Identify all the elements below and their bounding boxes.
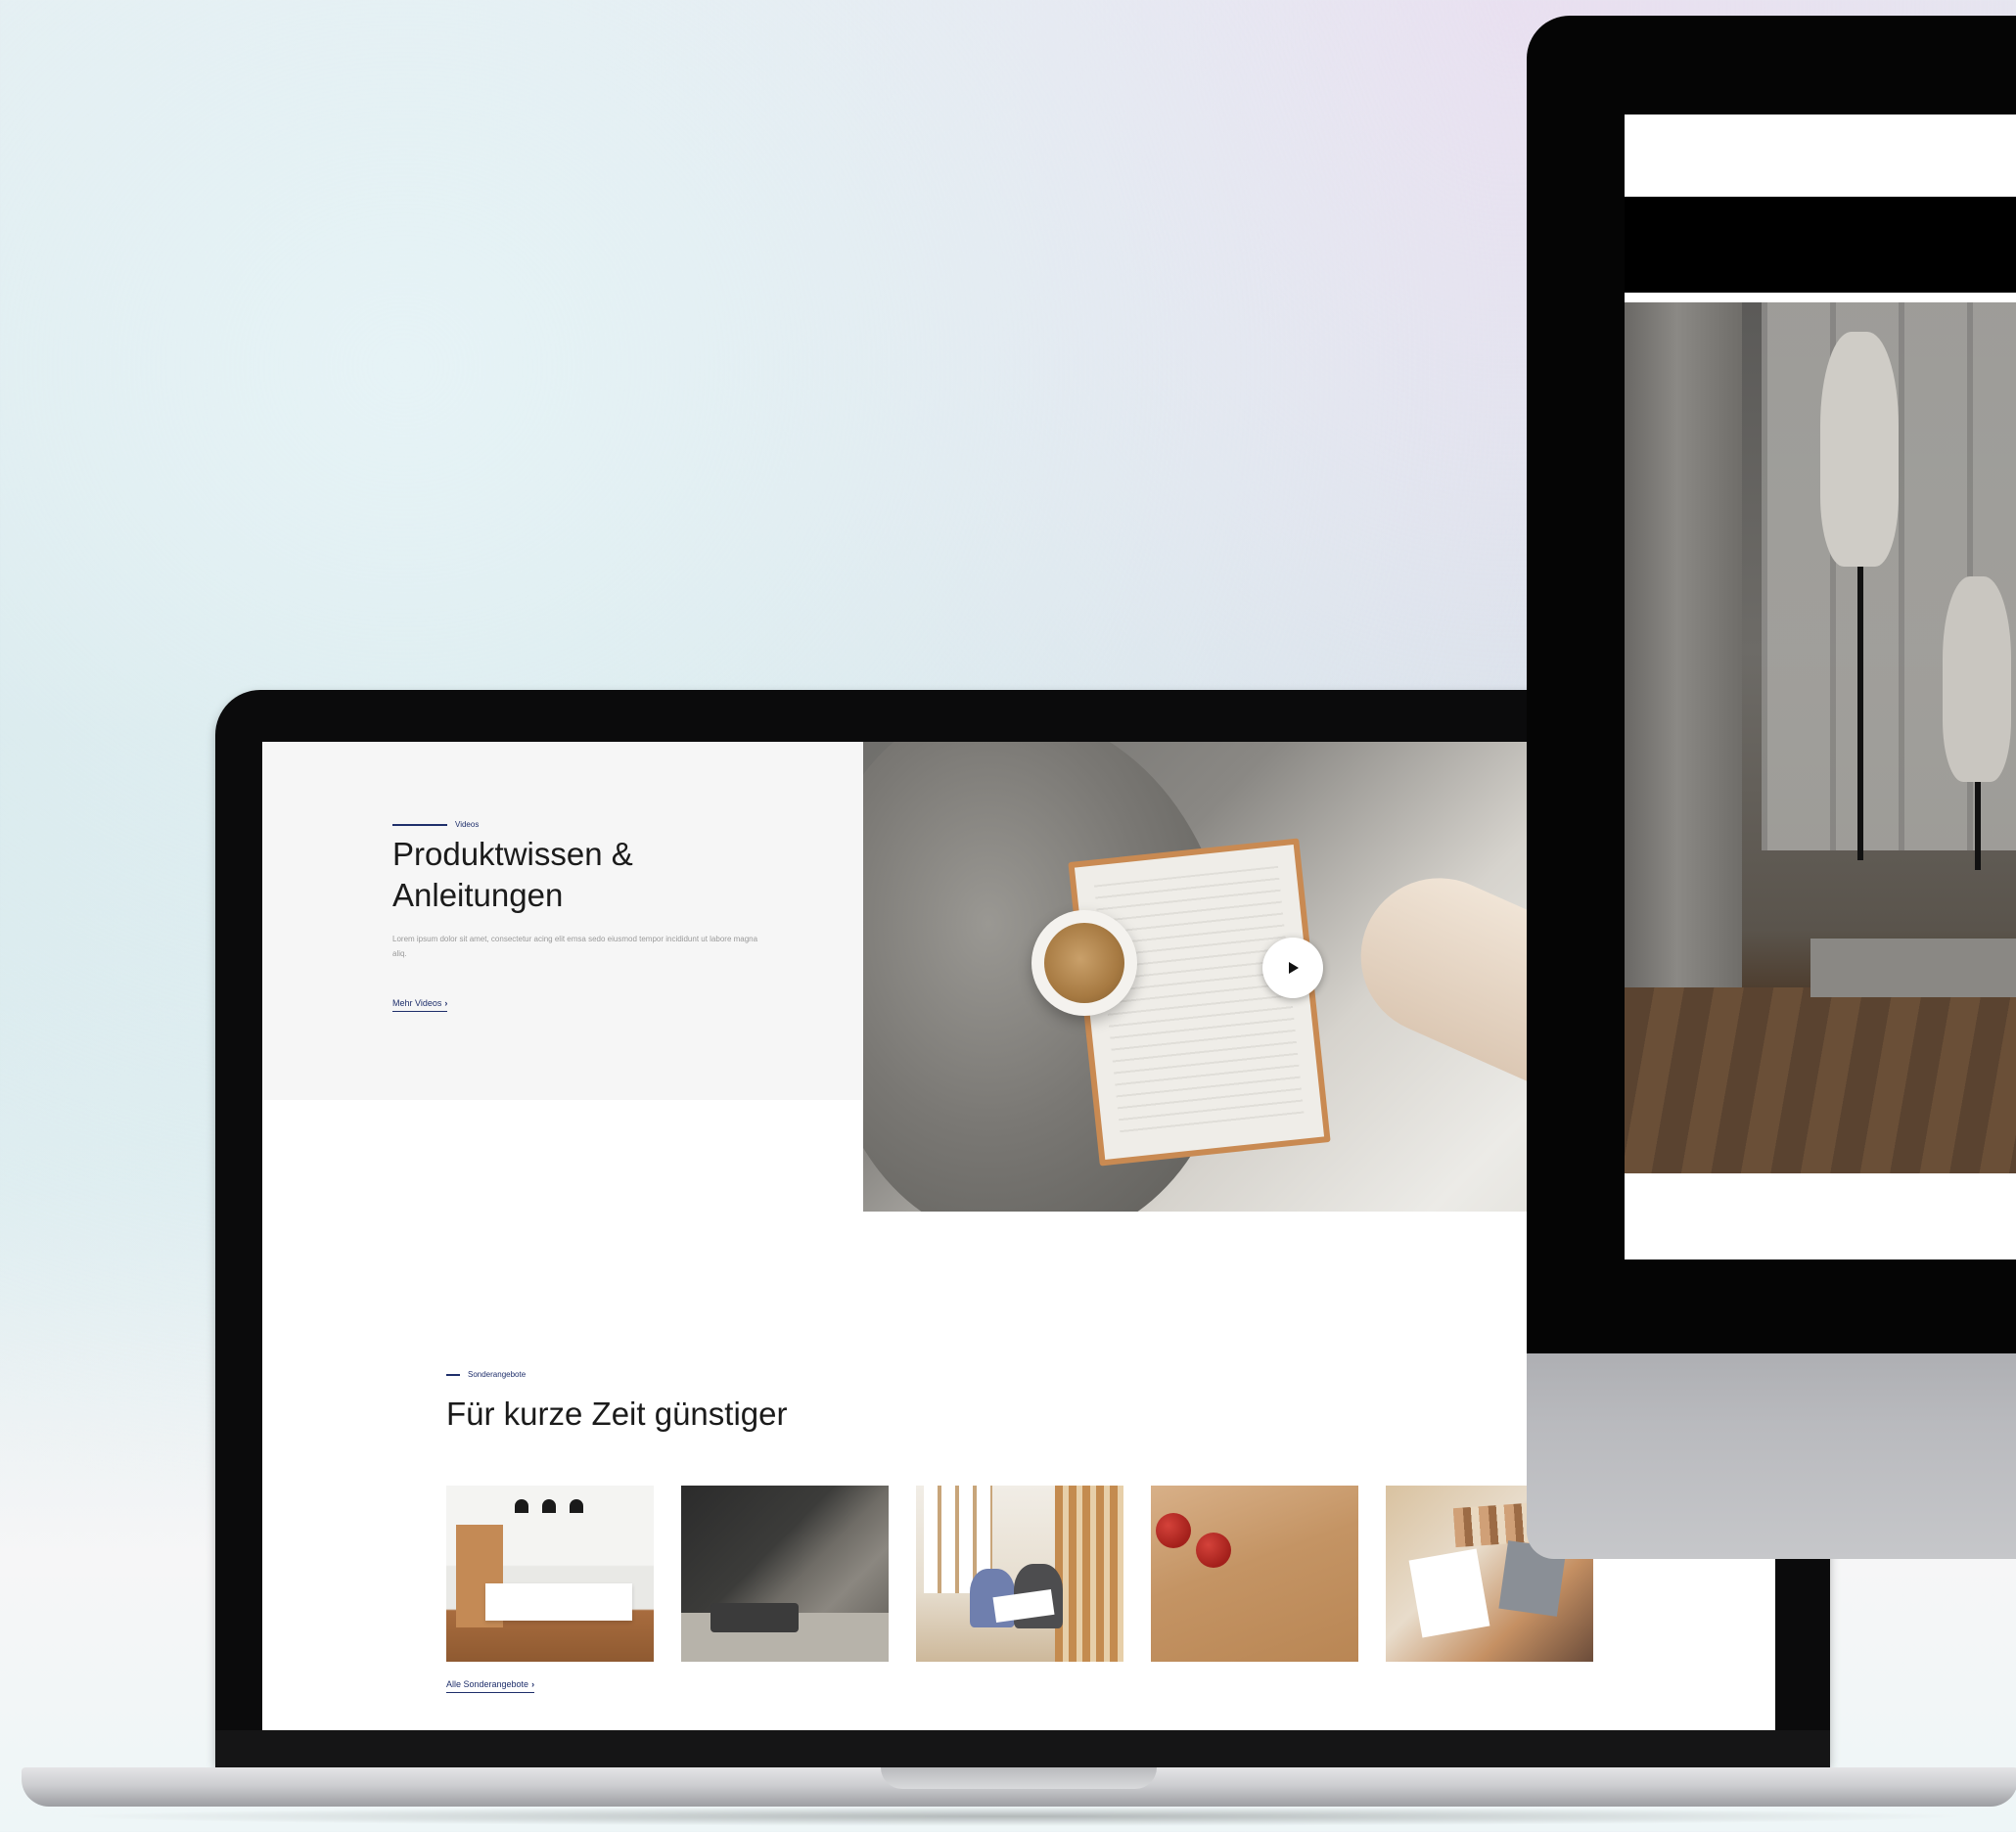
videos-description: Lorem ipsum dolor sit amet, consectetur … xyxy=(392,935,758,958)
offer-thumbnail-apples[interactable] xyxy=(1151,1486,1358,1662)
sculpture-mask xyxy=(1820,332,1899,567)
monitor-chin xyxy=(1527,1353,2016,1559)
monitor-hero-image xyxy=(1625,302,2016,1173)
offer-thumbnail-living-room[interactable] xyxy=(681,1486,889,1662)
monitor-navbar xyxy=(1625,197,2016,293)
coffee-cup xyxy=(1031,910,1137,1016)
offers-title: Für kurze Zeit günstiger xyxy=(446,1396,788,1432)
laptop-notch xyxy=(881,1767,1157,1789)
videos-eyebrow-label: Videos xyxy=(455,820,480,829)
laptop-shadow xyxy=(59,1807,1977,1826)
monitor-screen xyxy=(1625,114,2016,1260)
offers-eyebrow-label: Sonderangebote xyxy=(468,1370,527,1379)
chevron-right-icon: › xyxy=(444,998,448,1008)
sculpture-mask xyxy=(1943,576,2011,782)
offer-thumbnail-kitchen[interactable] xyxy=(446,1486,654,1662)
videos-text-panel: Videos Produktwissen & Anleitungen Lorem… xyxy=(262,742,863,1100)
more-videos-link[interactable]: Mehr Videos › xyxy=(392,998,448,1012)
laptop-chin xyxy=(215,1730,1830,1769)
chevron-right-icon: › xyxy=(531,1679,535,1689)
play-icon xyxy=(1289,962,1299,974)
videos-eyebrow: Videos xyxy=(392,820,479,829)
all-offers-label: Alle Sonderangebote xyxy=(446,1679,529,1689)
eyebrow-line xyxy=(392,823,447,826)
videos-title: Produktwissen & Anleitungen xyxy=(392,836,633,913)
more-videos-label: Mehr Videos xyxy=(392,998,442,1008)
eyebrow-line xyxy=(446,1373,460,1376)
all-offers-link[interactable]: Alle Sonderangebote › xyxy=(446,1679,535,1693)
play-button[interactable] xyxy=(1262,938,1323,998)
offers-eyebrow: Sonderangebote xyxy=(446,1370,526,1379)
offer-thumbnail-people[interactable] xyxy=(916,1486,1123,1662)
